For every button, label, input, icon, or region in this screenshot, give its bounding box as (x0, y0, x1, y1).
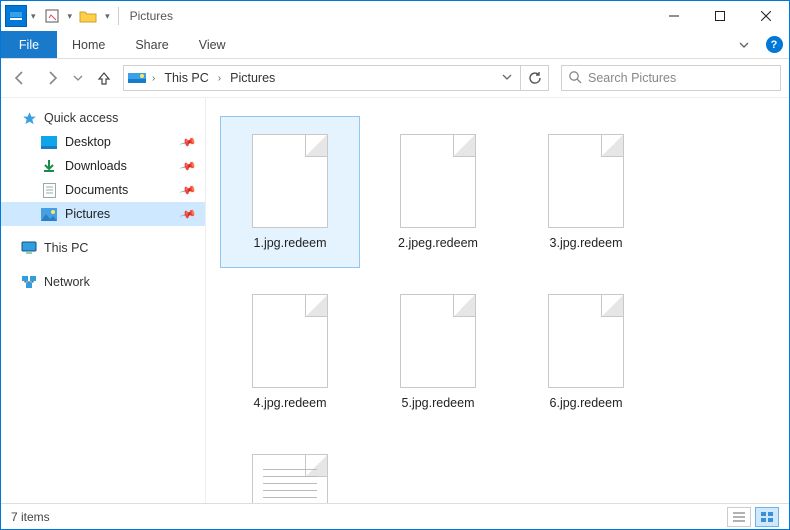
file-item[interactable]: 3.jpg.redeem (516, 116, 656, 268)
qat-properties-button[interactable] (40, 4, 64, 28)
sidebar-item-label: Downloads (65, 159, 127, 173)
location-icon (128, 71, 146, 85)
system-menu-icon[interactable] (5, 5, 27, 27)
file-item[interactable]: 6.jpg.redeem (516, 276, 656, 428)
recent-locations-chevron[interactable] (71, 73, 85, 83)
explorer-window: ▾ ▾ ▾ Pictures File Home Share View (0, 0, 790, 530)
this-pc-header[interactable]: This PC (1, 236, 205, 260)
view-tab[interactable]: View (184, 31, 241, 58)
breadcrumb-chevron-1[interactable]: › (216, 73, 223, 84)
quick-access-label: Quick access (44, 111, 118, 125)
network-label: Network (44, 275, 90, 289)
close-button[interactable] (743, 1, 789, 31)
pin-icon: 📌 (179, 133, 197, 151)
file-item[interactable]: 2.jpeg.redeem (368, 116, 508, 268)
item-count: 7 items (11, 510, 50, 524)
file-tab[interactable]: File (1, 31, 57, 58)
breadcrumb-pictures[interactable]: Pictures (227, 71, 278, 85)
text-file-icon (252, 454, 328, 504)
breadcrumb-root-chevron[interactable]: › (150, 73, 157, 84)
navigation-pane: Quick access Desktop📌Downloads📌Documents… (1, 98, 206, 503)
file-icon (400, 134, 476, 228)
file-name: 1.jpg.redeem (254, 236, 327, 251)
home-tab[interactable]: Home (57, 31, 120, 58)
large-icons-view-button[interactable] (755, 507, 779, 527)
file-icon (548, 134, 624, 228)
documents-icon (41, 182, 57, 198)
status-bar: 7 items (1, 503, 789, 529)
help-button[interactable]: ? (759, 31, 789, 58)
file-item[interactable]: 5.jpg.redeem (368, 276, 508, 428)
network-icon (21, 274, 37, 290)
window-controls (651, 1, 789, 31)
star-icon (21, 110, 37, 126)
pc-icon (21, 240, 37, 256)
sidebar-item-label: Desktop (65, 135, 111, 149)
file-item[interactable]: Read Me.TXT (220, 436, 360, 503)
pin-icon: 📌 (179, 157, 197, 175)
search-input[interactable]: Search Pictures (561, 65, 781, 91)
quick-access-group: Quick access Desktop📌Downloads📌Documents… (1, 106, 205, 226)
desktop-icon (41, 134, 57, 150)
sidebar-item-documents[interactable]: Documents 📌 (1, 178, 205, 202)
forward-button[interactable] (39, 65, 65, 91)
file-icon (252, 134, 328, 228)
up-button[interactable] (91, 65, 117, 91)
this-pc-label: This PC (44, 241, 88, 255)
ribbon-tabs: File Home Share View ? (1, 31, 789, 59)
file-item[interactable]: 4.jpg.redeem (220, 276, 360, 428)
this-pc-group: This PC (1, 236, 205, 260)
qat-new-folder-button[interactable] (76, 4, 100, 28)
network-header[interactable]: Network (1, 270, 205, 294)
back-button[interactable] (7, 65, 33, 91)
downloads-icon (41, 158, 57, 174)
file-name: 6.jpg.redeem (550, 396, 623, 411)
sidebar-item-label: Documents (65, 183, 128, 197)
share-tab[interactable]: Share (120, 31, 183, 58)
file-icon (252, 294, 328, 388)
address-nav-bar: › This PC › Pictures Search Pictures (1, 59, 789, 97)
file-grid[interactable]: 1.jpg.redeem 2.jpeg.redeem 3.jpg.redeem 4.j… (206, 98, 789, 503)
titlebar-left: ▾ ▾ ▾ Pictures (1, 4, 173, 28)
file-icon (400, 294, 476, 388)
pictures-icon (41, 206, 57, 222)
address-history-chevron[interactable] (498, 69, 516, 87)
ribbon-expand-chevron[interactable] (729, 31, 759, 58)
pin-icon: 📌 (179, 181, 197, 199)
network-group: Network (1, 270, 205, 294)
qat-customize-chevron[interactable]: ▾ (102, 11, 113, 22)
file-name: 3.jpg.redeem (550, 236, 623, 251)
title-bar: ▾ ▾ ▾ Pictures (1, 1, 789, 31)
file-icon (548, 294, 624, 388)
quick-access-header[interactable]: Quick access (1, 106, 205, 130)
address-bar[interactable]: › This PC › Pictures (123, 65, 521, 91)
qat-separator (118, 7, 119, 25)
minimize-button[interactable] (651, 1, 697, 31)
sidebar-item-downloads[interactable]: Downloads 📌 (1, 154, 205, 178)
file-name: 4.jpg.redeem (254, 396, 327, 411)
window-title: Pictures (130, 9, 173, 23)
details-view-button[interactable] (727, 507, 751, 527)
breadcrumb-this-pc[interactable]: This PC (161, 71, 211, 85)
pin-icon: 📌 (179, 205, 197, 223)
explorer-body: Quick access Desktop📌Downloads📌Documents… (1, 97, 789, 503)
maximize-button[interactable] (697, 1, 743, 31)
file-name: 5.jpg.redeem (402, 396, 475, 411)
search-icon (568, 70, 582, 87)
sidebar-item-pictures[interactable]: Pictures 📌 (1, 202, 205, 226)
refresh-button[interactable] (521, 65, 549, 91)
search-placeholder: Search Pictures (588, 71, 676, 85)
sidebar-item-label: Pictures (65, 207, 110, 221)
file-item[interactable]: 1.jpg.redeem (220, 116, 360, 268)
sidebar-item-desktop[interactable]: Desktop 📌 (1, 130, 205, 154)
qat-chevron-1[interactable]: ▾ (29, 11, 38, 22)
qat-chevron-2[interactable]: ▾ (66, 11, 75, 22)
file-name: 2.jpeg.redeem (398, 236, 478, 251)
